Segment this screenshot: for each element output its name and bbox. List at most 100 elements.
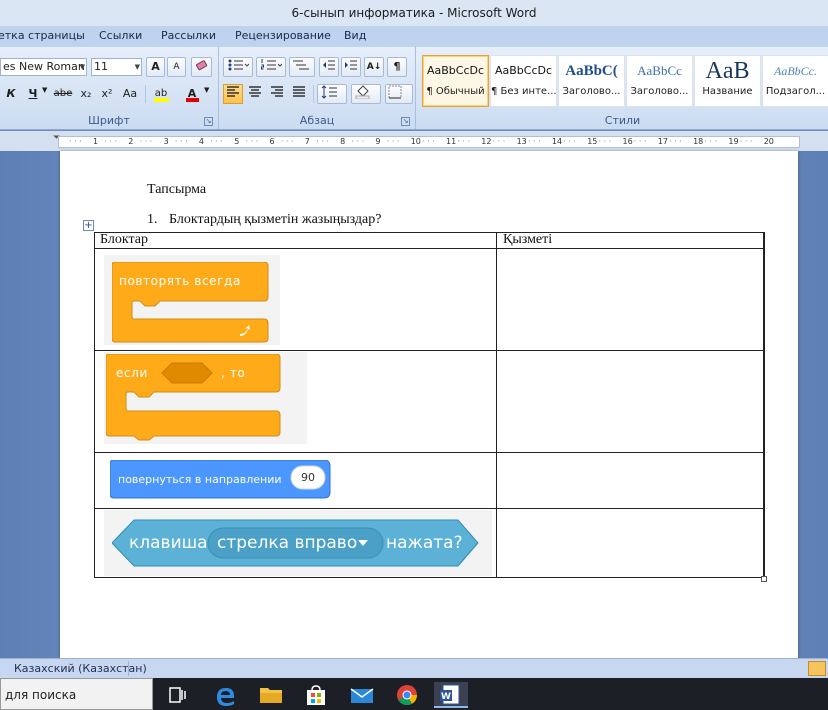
grow-font-button[interactable]: A	[146, 57, 165, 77]
mail-icon[interactable]	[345, 682, 379, 708]
table-cell[interactable]	[496, 248, 765, 351]
style-sample: AaBbCc.	[774, 64, 817, 78]
decrease-indent-button[interactable]	[319, 57, 339, 77]
style-name: ¶ Без инте...	[491, 86, 557, 97]
ruler-number: 17	[657, 137, 668, 146]
font-name-combo[interactable]: es New Roman ▼	[0, 58, 87, 76]
style-name: Название	[702, 86, 753, 97]
ruler-tick: · · ·	[527, 137, 541, 146]
ruler-tick: · · ·	[563, 137, 576, 146]
language-status[interactable]: Казахский (Казахстан)	[14, 662, 147, 675]
ruler-tick: · · ·	[210, 137, 223, 146]
underline-button[interactable]: Ч	[24, 84, 42, 104]
table-cell[interactable]	[496, 452, 765, 509]
style-subtitle[interactable]: AaBbCc. Подзагол...	[762, 55, 828, 107]
increase-indent-button[interactable]	[341, 57, 361, 77]
ruler-number: 10	[410, 137, 421, 146]
bullet-list-icon	[228, 59, 250, 71]
horizontal-ruler[interactable]: 1 · · · 2 · · · 3 · · · 4 · · · 5 · · · 6 · · · 7 · ·…	[58, 136, 800, 148]
numbered-list-icon	[261, 59, 283, 70]
tab-review[interactable]: Рецензирование	[235, 29, 331, 42]
ruler-number: 19	[728, 137, 739, 146]
header-blocks: Блоктар	[100, 232, 148, 247]
tab-page-layout[interactable]: етка страницы	[0, 29, 85, 42]
ruler-number: 15	[587, 137, 598, 146]
ruler-number: 14	[551, 137, 563, 146]
bullets-button[interactable]	[223, 57, 253, 77]
forever-block-label: повторять всегда	[119, 274, 241, 288]
ruler-tick: · · ·	[669, 137, 682, 146]
superscript-button[interactable]: x²	[98, 84, 116, 104]
taskbar-search[interactable]: для поиска	[0, 678, 153, 710]
table-header-cell	[94, 232, 497, 249]
borders-icon	[388, 85, 402, 99]
chrome-icon[interactable]	[390, 682, 424, 708]
file-explorer-icon[interactable]	[254, 682, 288, 708]
style-normal[interactable]: AaBbCcDc ¶ Обычный	[422, 55, 489, 107]
clear-format-button[interactable]	[191, 57, 212, 77]
dialog-launcher-icon[interactable]: ↘	[204, 117, 213, 126]
style-name: Заголово...	[630, 86, 689, 97]
multilevel-list-icon	[293, 60, 309, 70]
window-title: 6-сынып информатика - Microsoft Word	[0, 0, 828, 26]
align-center-button[interactable]	[245, 84, 265, 104]
ruler-tick: · · ·	[104, 137, 118, 146]
font-name-value: es New Roman	[3, 60, 85, 73]
print-layout-icon[interactable]	[808, 661, 826, 676]
borders-button[interactable]	[385, 84, 413, 104]
then-block-label: , то	[221, 366, 246, 380]
shading-button[interactable]	[351, 84, 381, 104]
question-text: Блоктардың қызметін жазыңыздар?	[169, 212, 382, 227]
pressed-block-label: нажата?	[386, 533, 463, 553]
italic-button[interactable]: К	[2, 84, 20, 104]
justify-button[interactable]	[289, 84, 309, 104]
subscript-button[interactable]: x₂	[77, 84, 95, 104]
ruler-tick: · · ·	[69, 137, 82, 146]
task-view-icon[interactable]	[160, 682, 194, 708]
ruler-number: 7	[304, 137, 310, 146]
ruler-tick: · · ·	[280, 137, 294, 146]
font-color-button[interactable]: A	[183, 84, 201, 104]
font-size-value: 11	[94, 60, 108, 73]
font-size-combo[interactable]: 11 ▼	[91, 58, 142, 76]
word-app-icon[interactable]: W	[434, 682, 468, 708]
table-move-icon[interactable]: +	[83, 220, 94, 231]
ruler-number: 18	[693, 137, 704, 146]
align-right-button[interactable]	[267, 84, 287, 104]
paragraph-group: A↓ ¶ Абзац ↘	[219, 47, 416, 129]
tab-view[interactable]: Вид	[344, 29, 366, 42]
style-sample: AaBbCc	[637, 63, 682, 78]
multilevel-list-button[interactable]	[289, 57, 315, 77]
change-case-button[interactable]: Aa	[120, 84, 140, 104]
style-heading-2[interactable]: AaBbCc Заголово...	[626, 55, 693, 107]
highlight-button[interactable]: ab	[151, 84, 171, 104]
edge-browser-icon[interactable]	[208, 682, 242, 708]
table-resize-handle[interactable]	[761, 576, 767, 582]
styles-group-label: Стили	[604, 114, 641, 127]
style-heading-1[interactable]: AaBbC( Заголово...	[558, 55, 625, 107]
dialog-launcher-icon[interactable]: ↘	[401, 117, 410, 126]
style-sample: AaB	[705, 58, 750, 84]
paint-bucket-icon	[355, 85, 370, 100]
align-center-icon	[249, 86, 261, 97]
style-no-spacing[interactable]: AaBbCcDc ¶ Без инте...	[490, 55, 557, 107]
table-cell[interactable]	[496, 508, 765, 578]
store-icon[interactable]	[299, 682, 333, 708]
header-function: Қызметі	[503, 232, 553, 247]
tab-references[interactable]: Ссылки	[99, 29, 142, 42]
table-cell[interactable]	[496, 350, 765, 453]
styles-group: AaBbCcDc ¶ Обычный AaBbCcDc ¶ Без инте..…	[417, 47, 828, 129]
shrink-font-button[interactable]: A	[167, 57, 186, 77]
sort-button[interactable]: A↓	[364, 57, 384, 77]
ruler-number: 9	[375, 137, 381, 146]
style-title[interactable]: AaB Название	[694, 55, 761, 107]
style-sample: AaBbCcDc	[494, 64, 553, 77]
line-spacing-button[interactable]	[317, 84, 347, 104]
key-block-label: клавиша	[129, 533, 208, 553]
tab-mailings[interactable]: Рассылки	[161, 29, 216, 42]
numbering-button[interactable]	[256, 57, 286, 77]
strikethrough-button[interactable]: abe	[52, 84, 74, 104]
font-color-swatch	[186, 98, 199, 102]
align-left-button[interactable]	[223, 84, 243, 104]
show-formatting-button[interactable]: ¶	[387, 57, 407, 77]
